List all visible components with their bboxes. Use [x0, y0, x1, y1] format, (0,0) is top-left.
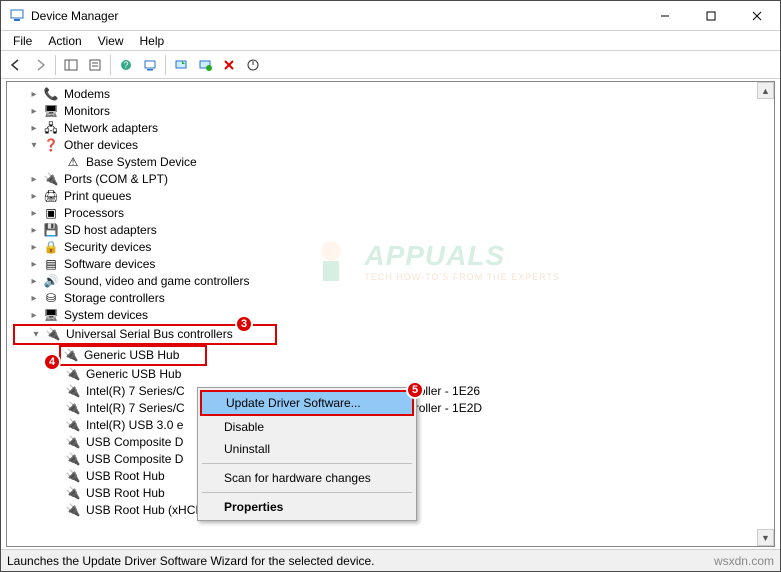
- tree-node-monitors[interactable]: ▸🖥Monitors: [13, 103, 774, 120]
- toolbar-separator: [165, 55, 166, 75]
- tree-node-sound[interactable]: ▸🔊Sound, video and game controllers: [13, 273, 774, 290]
- warning-icon: ⚠: [65, 155, 81, 171]
- menu-view[interactable]: View: [90, 32, 132, 50]
- cpu-icon: ▣: [43, 206, 59, 222]
- tree-node-generic-usb-hub[interactable]: 🔌Generic USB Hub: [13, 366, 774, 383]
- disable-button[interactable]: [218, 54, 240, 76]
- callout-badge-4: 4: [43, 353, 61, 371]
- expand-icon[interactable]: ▸: [27, 188, 41, 205]
- minimize-button[interactable]: [642, 1, 688, 31]
- tree-node-sd-host[interactable]: ▸💾SD host adapters: [13, 222, 774, 239]
- usb-plug-icon: 🔌: [65, 367, 81, 383]
- expand-icon[interactable]: ▸: [27, 290, 41, 307]
- callout-5-box: Update Driver Software...: [200, 390, 414, 416]
- tree-node-other-devices[interactable]: ▾❓Other devices: [13, 137, 774, 154]
- device-manager-icon: [9, 8, 25, 24]
- statusbar: Launches the Update Driver Software Wiza…: [1, 549, 780, 571]
- monitor-icon: 🖥: [43, 104, 59, 120]
- tree-node-generic-usb-hub[interactable]: 🔌Generic USB Hub: [61, 347, 205, 364]
- context-separator: [202, 492, 412, 493]
- context-properties[interactable]: Properties: [200, 496, 414, 518]
- context-menu: Update Driver Software... 5 Disable Unin…: [197, 387, 417, 521]
- collapse-icon[interactable]: ▾: [29, 326, 43, 343]
- usb-plug-icon: 🔌: [65, 469, 81, 485]
- context-uninstall[interactable]: Uninstall: [200, 438, 414, 460]
- tree-node-ports[interactable]: ▸🔌Ports (COM & LPT): [13, 171, 774, 188]
- tree-node-network[interactable]: ▸🖧Network adapters: [13, 120, 774, 137]
- expand-icon[interactable]: ▸: [27, 222, 41, 239]
- properties-button[interactable]: [84, 54, 106, 76]
- expand-icon[interactable]: ▸: [27, 171, 41, 188]
- context-disable[interactable]: Disable: [200, 416, 414, 438]
- titlebar: Device Manager: [1, 1, 780, 31]
- close-button[interactable]: [734, 1, 780, 31]
- expand-icon[interactable]: ▸: [27, 307, 41, 324]
- context-scan-hardware[interactable]: Scan for hardware changes: [200, 467, 414, 489]
- sd-icon: 💾: [43, 223, 59, 239]
- toolbar-separator: [55, 55, 56, 75]
- enable-button[interactable]: [242, 54, 264, 76]
- usb-plug-icon: 🔌: [65, 452, 81, 468]
- help-button[interactable]: ?: [115, 54, 137, 76]
- sound-icon: 🔊: [43, 274, 59, 290]
- menu-action[interactable]: Action: [40, 32, 89, 50]
- context-update-driver[interactable]: Update Driver Software...: [202, 392, 412, 414]
- toolbar: ?: [1, 51, 780, 79]
- back-button[interactable]: [5, 54, 27, 76]
- menu-help[interactable]: Help: [132, 32, 173, 50]
- scan-hardware-button[interactable]: [139, 54, 161, 76]
- menu-file[interactable]: File: [5, 32, 40, 50]
- window-controls: [642, 1, 780, 31]
- scroll-down-button[interactable]: ▼: [757, 529, 774, 546]
- maximize-button[interactable]: [688, 1, 734, 31]
- callout-4-box: 🔌Generic USB Hub: [59, 345, 207, 366]
- tree-node-modems[interactable]: ▸📞Modems: [13, 86, 774, 103]
- callout-badge-5: 5: [406, 381, 424, 399]
- collapse-icon[interactable]: ▾: [27, 137, 41, 154]
- security-icon: 🔒: [43, 240, 59, 256]
- credit-text: wsxdn.com: [714, 554, 774, 568]
- tree-node-system[interactable]: ▸🖥System devices: [13, 307, 774, 324]
- uninstall-button[interactable]: [194, 54, 216, 76]
- menubar: File Action View Help: [1, 31, 780, 51]
- tree-node-print-queues[interactable]: ▸🖨Print queues: [13, 188, 774, 205]
- tree-node-storage[interactable]: ▸⛁Storage controllers: [13, 290, 774, 307]
- usb-plug-icon: 🔌: [65, 401, 81, 417]
- usb-plug-icon: 🔌: [63, 348, 79, 364]
- expand-icon[interactable]: ▸: [27, 120, 41, 137]
- network-icon: 🖧: [43, 121, 59, 137]
- tree-node-security[interactable]: ▸🔒Security devices: [13, 239, 774, 256]
- expand-icon[interactable]: ▸: [27, 86, 41, 103]
- expand-icon[interactable]: ▸: [27, 273, 41, 290]
- window-title: Device Manager: [31, 9, 642, 23]
- show-hide-tree-button[interactable]: [60, 54, 82, 76]
- printer-icon: 🖨: [43, 189, 59, 205]
- modem-icon: 📞: [43, 87, 59, 103]
- context-separator: [202, 463, 412, 464]
- expand-icon[interactable]: ▸: [27, 256, 41, 273]
- toolbar-separator: [110, 55, 111, 75]
- status-text: Launches the Update Driver Software Wiza…: [7, 554, 375, 568]
- usb-plug-icon: 🔌: [65, 486, 81, 502]
- forward-button[interactable]: [29, 54, 51, 76]
- expand-icon[interactable]: ▸: [27, 103, 41, 120]
- other-icon: ❓: [43, 138, 59, 154]
- tree-node-processors[interactable]: ▸▣Processors: [13, 205, 774, 222]
- expand-icon[interactable]: ▸: [27, 205, 41, 222]
- usb-plug-icon: 🔌: [65, 503, 81, 519]
- update-driver-button[interactable]: [170, 54, 192, 76]
- system-icon: 🖥: [43, 308, 59, 324]
- storage-icon: ⛁: [43, 291, 59, 307]
- usb-icon: 🔌: [45, 327, 61, 343]
- port-icon: 🔌: [43, 172, 59, 188]
- expand-icon[interactable]: ▸: [27, 239, 41, 256]
- callout-badge-3: 3: [235, 315, 253, 333]
- usb-plug-icon: 🔌: [65, 418, 81, 434]
- software-icon: ▤: [43, 257, 59, 273]
- usb-plug-icon: 🔌: [65, 435, 81, 451]
- tree-node-software[interactable]: ▸▤Software devices: [13, 256, 774, 273]
- tree-node-base-system-device[interactable]: ⚠Base System Device: [13, 154, 774, 171]
- svg-text:?: ?: [123, 60, 128, 70]
- usb-plug-icon: 🔌: [65, 384, 81, 400]
